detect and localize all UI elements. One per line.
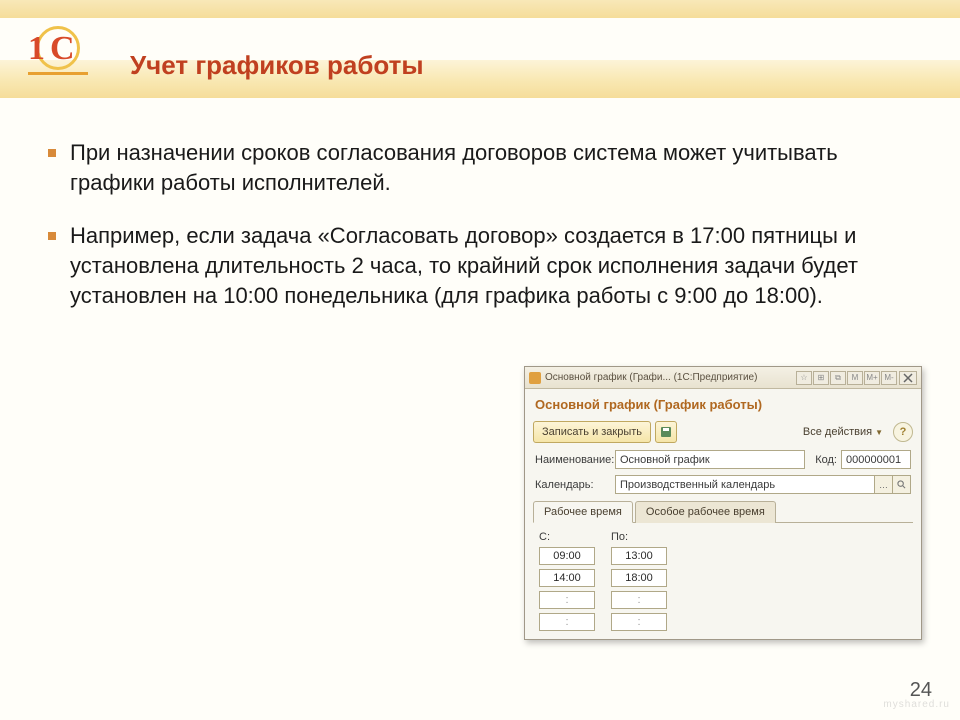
time-from-input[interactable]: : [539,613,595,631]
time-row: : : [539,591,907,609]
logo-1c: 1 C [28,22,98,82]
code-input[interactable]: 000000001 [841,450,911,469]
col-to-label: По: [611,531,683,543]
time-from-input[interactable]: 09:00 [539,547,595,565]
all-actions-link[interactable]: Все действия▼ [803,426,883,438]
form-toolbar: Записать и закрыть Все действия▼ ? [525,418,921,446]
tabs: Рабочее время Особое рабочее время [533,500,913,523]
slide-title: Учет графиков работы [130,50,424,81]
lookup-button[interactable] [893,475,911,494]
time-row: 14:00 18:00 [539,569,907,587]
dialog-schedule: Основной график (Графи... (1С:Предприяти… [524,366,922,640]
bullet-item: Например, если задача «Согласовать догов… [48,221,912,310]
titlebar-btn-mplus[interactable]: M+ [864,371,880,385]
titlebar-btn-calc[interactable]: ⧉ [830,371,846,385]
slide-content: При назначении сроков согласования догов… [48,138,912,334]
save-icon [660,426,672,438]
window-titlebar[interactable]: Основной график (Графи... (1С:Предприяти… [525,367,921,389]
app-icon [529,372,541,384]
bullet-marker-icon [48,232,56,240]
bullet-text: Например, если задача «Согласовать догов… [70,221,912,310]
time-to-input[interactable]: : [611,591,667,609]
name-input[interactable]: Основной график [615,450,805,469]
form-fields: Наименование: Основной график Код: 00000… [525,446,921,494]
bullet-item: При назначении сроков согласования догов… [48,138,912,197]
save-button[interactable] [655,421,677,443]
tab-body: С: По: 09:00 13:00 14:00 18:00 : : : : [525,523,921,643]
titlebar-btn-m[interactable]: M [847,371,863,385]
time-to-input[interactable]: : [611,613,667,631]
calendar-input[interactable]: Производственный календарь [615,475,875,494]
window-title: Основной график (Графи... (1С:Предприяти… [545,372,757,383]
bullet-marker-icon [48,149,56,157]
top-stripe [0,0,960,18]
time-from-input[interactable]: : [539,591,595,609]
titlebar-btn-mminus[interactable]: M- [881,371,897,385]
close-icon [903,373,913,383]
save-close-button[interactable]: Записать и закрыть [533,421,651,443]
titlebar-btn-fav[interactable]: ☆ [796,371,812,385]
tab-work-time[interactable]: Рабочее время [533,501,633,523]
time-row: 09:00 13:00 [539,547,907,565]
form-title: Основной график (График работы) [525,389,921,418]
time-row: : : [539,613,907,631]
titlebar-btn-grid[interactable]: ⊞ [813,371,829,385]
watermark: myshared.ru [883,699,950,710]
time-to-input[interactable]: 18:00 [611,569,667,587]
name-label: Наименование: [535,454,615,466]
time-to-input[interactable]: 13:00 [611,547,667,565]
help-button[interactable]: ? [893,422,913,442]
close-button[interactable] [899,371,917,385]
search-icon [897,480,906,489]
bullet-text: При назначении сроков согласования догов… [70,138,912,197]
chevron-down-icon: ▼ [875,428,883,437]
calendar-label: Календарь: [535,479,615,491]
select-button[interactable]: … [875,475,893,494]
code-label: Код: [815,454,837,466]
tab-special-time[interactable]: Особое рабочее время [635,501,776,523]
time-from-input[interactable]: 14:00 [539,569,595,587]
col-from-label: С: [539,531,611,543]
